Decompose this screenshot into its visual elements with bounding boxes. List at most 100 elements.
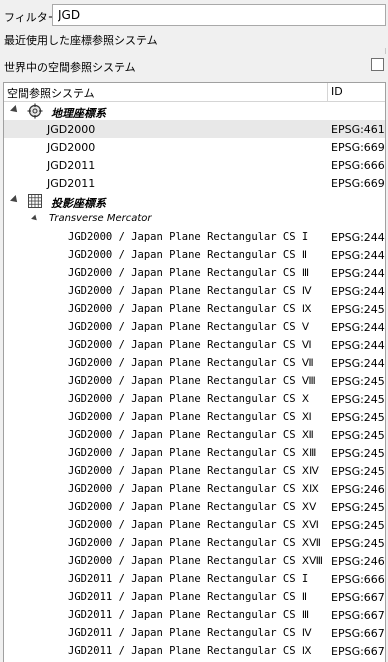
tree-row[interactable]: JGD2000 / Japan Plane Rectangular CS Ⅲ EP…: [4, 264, 385, 282]
crs-name: JGD2000 / Japan Plane Rectangular CS ⅩⅨ: [68, 483, 319, 495]
crs-id: EPSG:2452: [331, 393, 386, 406]
crs-name: JGD2000 / Japan Plane Rectangular CS Ⅺ: [68, 411, 312, 423]
tree-row[interactable]: JGD2000 / Japan Plane Rectangular CS ⅩⅦ E…: [4, 534, 385, 552]
grid-icon: [28, 194, 42, 208]
crs-id: EPSG:2456: [331, 465, 386, 478]
crs-name: JGD2011 / Japan Plane Rectangular CS Ⅳ: [68, 627, 312, 639]
world-crs-label: 世界中の空間参照システム: [4, 61, 136, 74]
crs-name: JGD2011 / Japan Plane Rectangular CS I: [68, 573, 309, 585]
expanded-triangle-icon[interactable]: [10, 105, 20, 115]
crs-id: EPSG:6671: [331, 609, 386, 622]
column-divider[interactable]: [327, 83, 328, 101]
crs-id: EPSG:6668: [331, 159, 386, 172]
crs-id: EPSG:2447: [331, 321, 386, 334]
crs-name: JGD2000 / Japan Plane Rectangular CS Ⅷ: [68, 375, 316, 387]
tree-row[interactable]: JGD2000 EPSG:4612: [4, 120, 385, 138]
crs-name: JGD2011: [47, 159, 96, 172]
tree-row[interactable]: JGD2000 / Japan Plane Rectangular CS Ⅻ EP…: [4, 426, 385, 444]
crs-name: JGD2000 / Japan Plane Rectangular CS ⅩⅥ: [68, 519, 319, 531]
crs-name: JGD2000: [47, 123, 96, 136]
crs-id: EPSG:2458: [331, 519, 386, 532]
crs-id: EPSG:2443: [331, 231, 386, 244]
tree-row[interactable]: JGD2011 / Japan Plane Rectangular CS Ⅳ EP…: [4, 624, 385, 642]
tree-row[interactable]: JGD2000 / Japan Plane Rectangular CS I EP…: [4, 228, 385, 246]
crs-name: JGD2000 / Japan Plane Rectangular CS Ⅻ: [68, 429, 314, 441]
crs-id: EPSG:2448: [331, 339, 386, 352]
crs-id: EPSG:6696: [331, 141, 386, 154]
crs-name: JGD2000 / Japan Plane Rectangular CS Ⅶ: [68, 357, 314, 369]
tree-category-geographic[interactable]: 地理座標系: [4, 102, 385, 120]
tree-row[interactable]: JGD2000 / Japan Plane Rectangular CS Ⅶ EP…: [4, 354, 385, 372]
filter-bar: フィルター: [0, 0, 388, 30]
crs-name: JGD2000 / Japan Plane Rectangular CS I: [68, 231, 309, 243]
tree-row[interactable]: JGD2011 / Japan Plane Rectangular CS Ⅱ EP…: [4, 588, 385, 606]
recent-crs-label: 最近使用した座標参照システム: [4, 34, 158, 47]
crs-id: EPSG:2450: [331, 375, 386, 388]
crs-id: EPSG:4612: [331, 123, 386, 136]
crs-name: JGD2000 / Japan Plane Rectangular CS Ⅱ: [68, 249, 308, 261]
crs-id: EPSG:2446: [331, 285, 386, 298]
expanded-triangle-icon[interactable]: [31, 214, 39, 223]
crs-id: EPSG:6669: [331, 573, 386, 586]
tree-row[interactable]: JGD2000 / Japan Plane Rectangular CS Ⅳ EP…: [4, 282, 385, 300]
crs-name: JGD2011 / Japan Plane Rectangular CS Ⅸ: [68, 645, 312, 657]
crs-id: EPSG:2445: [331, 267, 386, 280]
tree-category-projected[interactable]: 投影座標系: [4, 192, 385, 210]
tree-row[interactable]: JGD2000 / Japan Plane Rectangular CS ⅩⅢ E…: [4, 444, 385, 462]
tree-row[interactable]: JGD2011 / Japan Plane Rectangular CS I EP…: [4, 570, 385, 588]
filter-label: フィルター: [4, 11, 59, 24]
tree-subcategory-transverse-mercator[interactable]: Transverse Mercator: [4, 210, 385, 228]
crs-name: JGD2000 / Japan Plane Rectangular CS Ⅲ: [68, 267, 310, 279]
tree-row[interactable]: JGD2000 / Japan Plane Rectangular CS ⅩⅤ E…: [4, 498, 385, 516]
crs-id: EPSG:2449: [331, 357, 386, 370]
tree-row[interactable]: JGD2000 / Japan Plane Rectangular CS Ⅸ EP…: [4, 300, 385, 318]
hide-deprecated-checkbox[interactable]: [371, 58, 384, 71]
crs-name: JGD2000 / Japan Plane Rectangular CS Ⅴ: [68, 321, 310, 333]
tree-row[interactable]: JGD2000 / Japan Plane Rectangular CS Ⅱ EP…: [4, 246, 385, 264]
tree-row[interactable]: JGD2011 EPSG:6668: [4, 156, 385, 174]
crs-name: JGD2000 / Japan Plane Rectangular CS Ⅸ: [68, 303, 312, 315]
crs-name: JGD2000: [47, 141, 96, 154]
crs-name: JGD2000 / Japan Plane Rectangular CS Ⅵ: [68, 339, 312, 351]
tree-row[interactable]: JGD2000 / Japan Plane Rectangular CS ⅩⅧ E…: [4, 552, 385, 570]
filter-input[interactable]: [52, 4, 386, 26]
crs-tree[interactable]: 空間参照システム ID 地理座標系 JGD2000 EPSG:4612 JGD200…: [3, 82, 386, 662]
crs-name: JGD2011 / Japan Plane Rectangular CS Ⅱ: [68, 591, 308, 603]
column-header-name[interactable]: 空間参照システム: [7, 85, 95, 101]
crs-id: EPSG:2457: [331, 501, 386, 514]
category-label: 地理座標系: [51, 107, 106, 120]
globe-crosshair-icon: [27, 103, 43, 119]
tree-row[interactable]: JGD2011 EPSG:6697: [4, 174, 385, 192]
tree-row[interactable]: JGD2000 / Japan Plane Rectangular CS Ⅵ EP…: [4, 336, 385, 354]
tree-row[interactable]: JGD2000 / Japan Plane Rectangular CS ⅩⅨ E…: [4, 480, 385, 498]
tree-row[interactable]: JGD2000 / Japan Plane Rectangular CS Ⅹ EP…: [4, 390, 385, 408]
crs-id: EPSG:2460: [331, 555, 386, 568]
crs-name: JGD2000 / Japan Plane Rectangular CS Ⅳ: [68, 285, 312, 297]
subcategory-label: Transverse Mercator: [49, 213, 152, 224]
expanded-triangle-icon[interactable]: [10, 195, 20, 205]
crs-name: JGD2000 / Japan Plane Rectangular CS ⅩⅧ: [68, 555, 323, 567]
recent-crs-list[interactable]: [0, 48, 388, 54]
projected-rows: JGD2000 / Japan Plane Rectangular CS I EP…: [4, 228, 385, 660]
tree-row[interactable]: JGD2000 / Japan Plane Rectangular CS ⅩⅣ E…: [4, 462, 385, 480]
crs-id: EPSG:6670: [331, 591, 386, 604]
tree-row[interactable]: JGD2000 EPSG:6696: [4, 138, 385, 156]
tree-row[interactable]: JGD2000 / Japan Plane Rectangular CS Ⅴ EP…: [4, 318, 385, 336]
crs-id: EPSG:6672: [331, 627, 386, 640]
tree-row[interactable]: JGD2011 / Japan Plane Rectangular CS Ⅸ EP…: [4, 642, 385, 660]
geographic-rows: JGD2000 EPSG:4612 JGD2000 EPSG:6696 JGD2011 E…: [4, 120, 385, 192]
crs-name: JGD2011 / Japan Plane Rectangular CS Ⅲ: [68, 609, 310, 621]
tree-header: 空間参照システム ID: [4, 83, 385, 102]
category-label: 投影座標系: [51, 197, 106, 210]
tree-row[interactable]: JGD2000 / Japan Plane Rectangular CS Ⅺ EP…: [4, 408, 385, 426]
tree-row[interactable]: JGD2011 / Japan Plane Rectangular CS Ⅲ EP…: [4, 606, 385, 624]
crs-name: JGD2000 / Japan Plane Rectangular CS ⅩⅦ: [68, 537, 321, 549]
crs-id: EPSG:2453: [331, 411, 386, 424]
crs-name: JGD2000 / Japan Plane Rectangular CS ⅩⅤ: [68, 501, 317, 513]
tree-row[interactable]: JGD2000 / Japan Plane Rectangular CS ⅩⅥ E…: [4, 516, 385, 534]
column-header-id[interactable]: ID: [331, 85, 343, 98]
crs-name: JGD2000 / Japan Plane Rectangular CS ⅩⅢ: [68, 447, 317, 459]
tree-row[interactable]: JGD2000 / Japan Plane Rectangular CS Ⅷ EP…: [4, 372, 385, 390]
crs-name: JGD2000 / Japan Plane Rectangular CS ⅩⅣ: [68, 465, 319, 477]
crs-name: JGD2011: [47, 177, 96, 190]
